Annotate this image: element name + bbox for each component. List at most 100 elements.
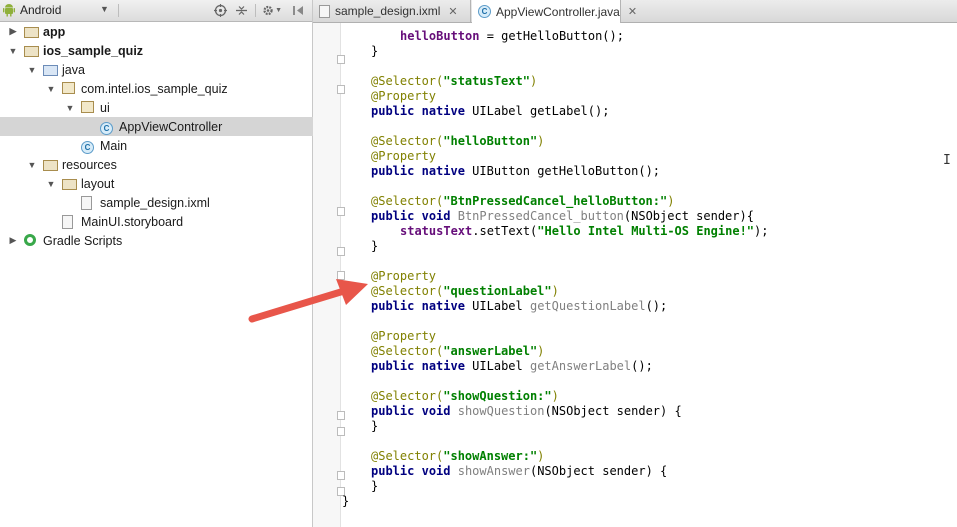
- tree-item[interactable]: ▼ resources: [0, 155, 339, 174]
- collapse-icon[interactable]: [233, 2, 249, 18]
- close-icon[interactable]: ✕: [628, 5, 637, 18]
- expand-arrow-icon[interactable]: ▼: [65, 103, 75, 113]
- text-cursor-icon: I: [943, 153, 951, 168]
- tree-item[interactable]: ▶ Gradle Scripts: [0, 231, 320, 250]
- target-icon[interactable]: [212, 2, 228, 18]
- code-keyword: void: [421, 209, 451, 223]
- code-line: @Selector("helloButton"): [371, 134, 544, 149]
- gear-icon[interactable]: ▼: [262, 2, 282, 18]
- code-string: "statusText": [443, 74, 530, 88]
- project-view-selector[interactable]: Android ▼: [2, 1, 114, 19]
- code-line: }: [371, 239, 378, 254]
- tree-item[interactable]: MainUI.storyboard: [0, 212, 358, 231]
- tree-item[interactable]: ▼ java: [0, 60, 339, 79]
- close-icon[interactable]: ✕: [448, 5, 457, 18]
- code-line: public native UIButton getHelloButton();: [371, 164, 660, 179]
- callout-arrow-icon: [248, 279, 368, 323]
- code-line: @Selector("statusText"): [371, 74, 537, 89]
- tree-item-label: com.intel.ios_sample_quiz: [81, 81, 228, 96]
- code-keyword: void: [421, 464, 451, 478]
- code-method: getQuestionLabel: [529, 299, 646, 313]
- code-keyword: public: [371, 359, 415, 373]
- tree-item-label: Gradle Scripts: [43, 233, 123, 248]
- code-line: @Selector("showAnswer:"): [371, 449, 544, 464]
- code-line: @Selector("showQuestion:"): [371, 389, 559, 404]
- code-line: public void showQuestion(NSObject sender…: [371, 404, 682, 419]
- code-annotation: @Property: [371, 89, 437, 103]
- code-line: @Selector("BtnPressedCancel_helloButton:…: [371, 194, 674, 209]
- file-icon: [319, 4, 330, 18]
- code-annotation: @Property: [371, 269, 437, 283]
- code-annotation: ): [537, 344, 545, 358]
- code-annotation: ): [537, 134, 545, 148]
- code-text: );: [754, 224, 769, 238]
- expand-arrow-icon[interactable]: ▼: [27, 65, 37, 75]
- package-icon: [81, 100, 96, 115]
- code-keyword: void: [421, 404, 451, 418]
- code-annotation: ): [667, 194, 675, 208]
- code-line: }: [342, 494, 349, 509]
- tree-item[interactable]: ▼ layout: [0, 174, 358, 193]
- code-annotation: @Selector(: [371, 194, 444, 208]
- expand-arrow-icon[interactable]: ▼: [46, 179, 56, 189]
- toolbar-separator: [118, 4, 119, 17]
- code-method: getAnswerLabel: [529, 359, 632, 373]
- code-text: getLabel();: [529, 104, 610, 118]
- project-panel: Android ▼ ▼ ▶ app ▼ ios_sample_quiz ▼ java ▼ co…: [0, 0, 396, 527]
- code-field: statusText: [400, 224, 473, 238]
- code-text: UIButton: [464, 164, 538, 178]
- collapse-arrow-icon[interactable]: ▶: [8, 235, 18, 246]
- expand-arrow-icon[interactable]: ▼: [8, 46, 18, 56]
- folder-icon: [24, 44, 39, 58]
- code-method: BtnPressedCancel_button: [457, 209, 624, 223]
- tab-label: sample_design.ixml: [335, 4, 441, 18]
- dropdown-icon[interactable]: ▼: [100, 4, 109, 14]
- code-keyword: native: [421, 299, 465, 313]
- project-view-label: Android: [20, 3, 62, 17]
- tree-item-label: Main: [100, 138, 128, 153]
- source-folder-icon: [43, 63, 58, 77]
- code-line: @Selector("questionLabel"): [371, 284, 559, 299]
- code-line: public native UILabel getQuestionLabel()…: [371, 299, 667, 314]
- project-toolbar: Android ▼ ▼: [0, 0, 312, 22]
- collapse-arrow-icon[interactable]: ▶: [8, 26, 18, 37]
- folder-icon: [43, 158, 58, 172]
- code-area[interactable]: helloButton = getHelloButton(); } @Selec…: [342, 23, 954, 527]
- code-annotation: @Selector(: [371, 134, 444, 148]
- code-editor: sample_design.ixml ✕ C AppViewController…: [313, 0, 957, 527]
- tree-item[interactable]: ▶ app: [0, 22, 320, 41]
- code-text: (NSObject sender) {: [544, 404, 682, 418]
- tree-item[interactable]: ▼ ios_sample_quiz: [0, 41, 320, 60]
- code-keyword: public: [371, 464, 415, 478]
- code-string: "Hello Intel Multi-OS Engine!": [537, 224, 755, 238]
- code-text: }: [371, 419, 379, 433]
- expand-arrow-icon[interactable]: ▼: [27, 160, 37, 170]
- tree-item[interactable]: ▼ com.intel.ios_sample_quiz: [0, 79, 358, 98]
- folder-icon: [62, 177, 77, 191]
- class-icon: C: [100, 120, 115, 135]
- code-line: public native UILabel getAnswerLabel();: [371, 359, 653, 374]
- tree-item-label: MainUI.storyboard: [81, 214, 184, 229]
- code-line: }: [371, 479, 378, 494]
- expand-arrow-icon[interactable]: ▼: [46, 84, 56, 94]
- tree-item-label: ui: [100, 100, 110, 115]
- code-line: }: [371, 44, 378, 59]
- code-line: public native UILabel getLabel();: [371, 104, 609, 119]
- editor-tab-bar: sample_design.ixml ✕ C AppViewController…: [313, 0, 957, 23]
- code-text: (NSObject sender){: [623, 209, 754, 223]
- code-string: "questionLabel": [443, 284, 552, 298]
- code-string: "answerLabel": [443, 344, 538, 358]
- code-line: @Selector("answerLabel"): [371, 344, 544, 359]
- tab-label: AppViewController.java: [496, 4, 620, 19]
- code-text: = getHelloButton();: [479, 29, 624, 43]
- android-icon: [3, 4, 15, 17]
- hide-icon[interactable]: [290, 2, 306, 18]
- code-annotation: @Property: [371, 149, 437, 163]
- tab-appviewcontroller[interactable]: C AppViewController.java ✕: [472, 0, 637, 23]
- code-keyword: public: [371, 164, 415, 178]
- tab-sample-design[interactable]: sample_design.ixml ✕: [313, 0, 471, 22]
- code-text: }: [371, 44, 379, 58]
